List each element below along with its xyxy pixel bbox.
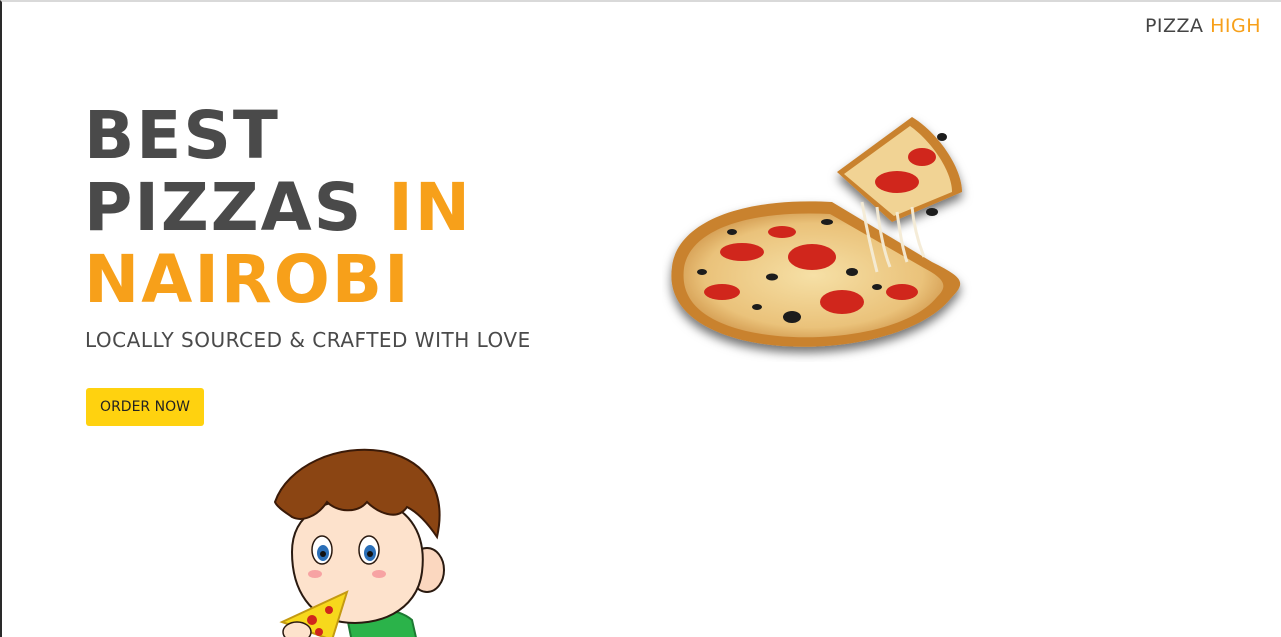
hero-title-line-1: BEST (84, 97, 280, 174)
pizza-slice-image (671, 117, 962, 347)
brand-name-main: PIZZA (1144, 15, 1204, 37)
hero-title: BEST PIZZAS IN NAIROBI (84, 100, 472, 316)
brand-logo[interactable]: PIZZA HIGH (1145, 15, 1261, 37)
order-now-button[interactable]: ORDER NOW (86, 388, 204, 426)
boy-eating-pizza-illustration (273, 448, 445, 637)
hero-title-pizzas: PIZZAS (84, 169, 364, 246)
hero-title-in: IN (388, 169, 473, 246)
hero-title-line-3: NAIROBI (84, 241, 411, 318)
brand-name-accent: HIGH (1210, 15, 1261, 37)
hero-tagline: LOCALLY SOURCED & CRAFTED WITH LOVE (85, 328, 531, 352)
landing-page: PIZZA HIGH BEST PIZZAS IN NAIROBI LOCALL… (0, 0, 1281, 637)
hero-title-line-2: PIZZAS IN (84, 172, 472, 244)
